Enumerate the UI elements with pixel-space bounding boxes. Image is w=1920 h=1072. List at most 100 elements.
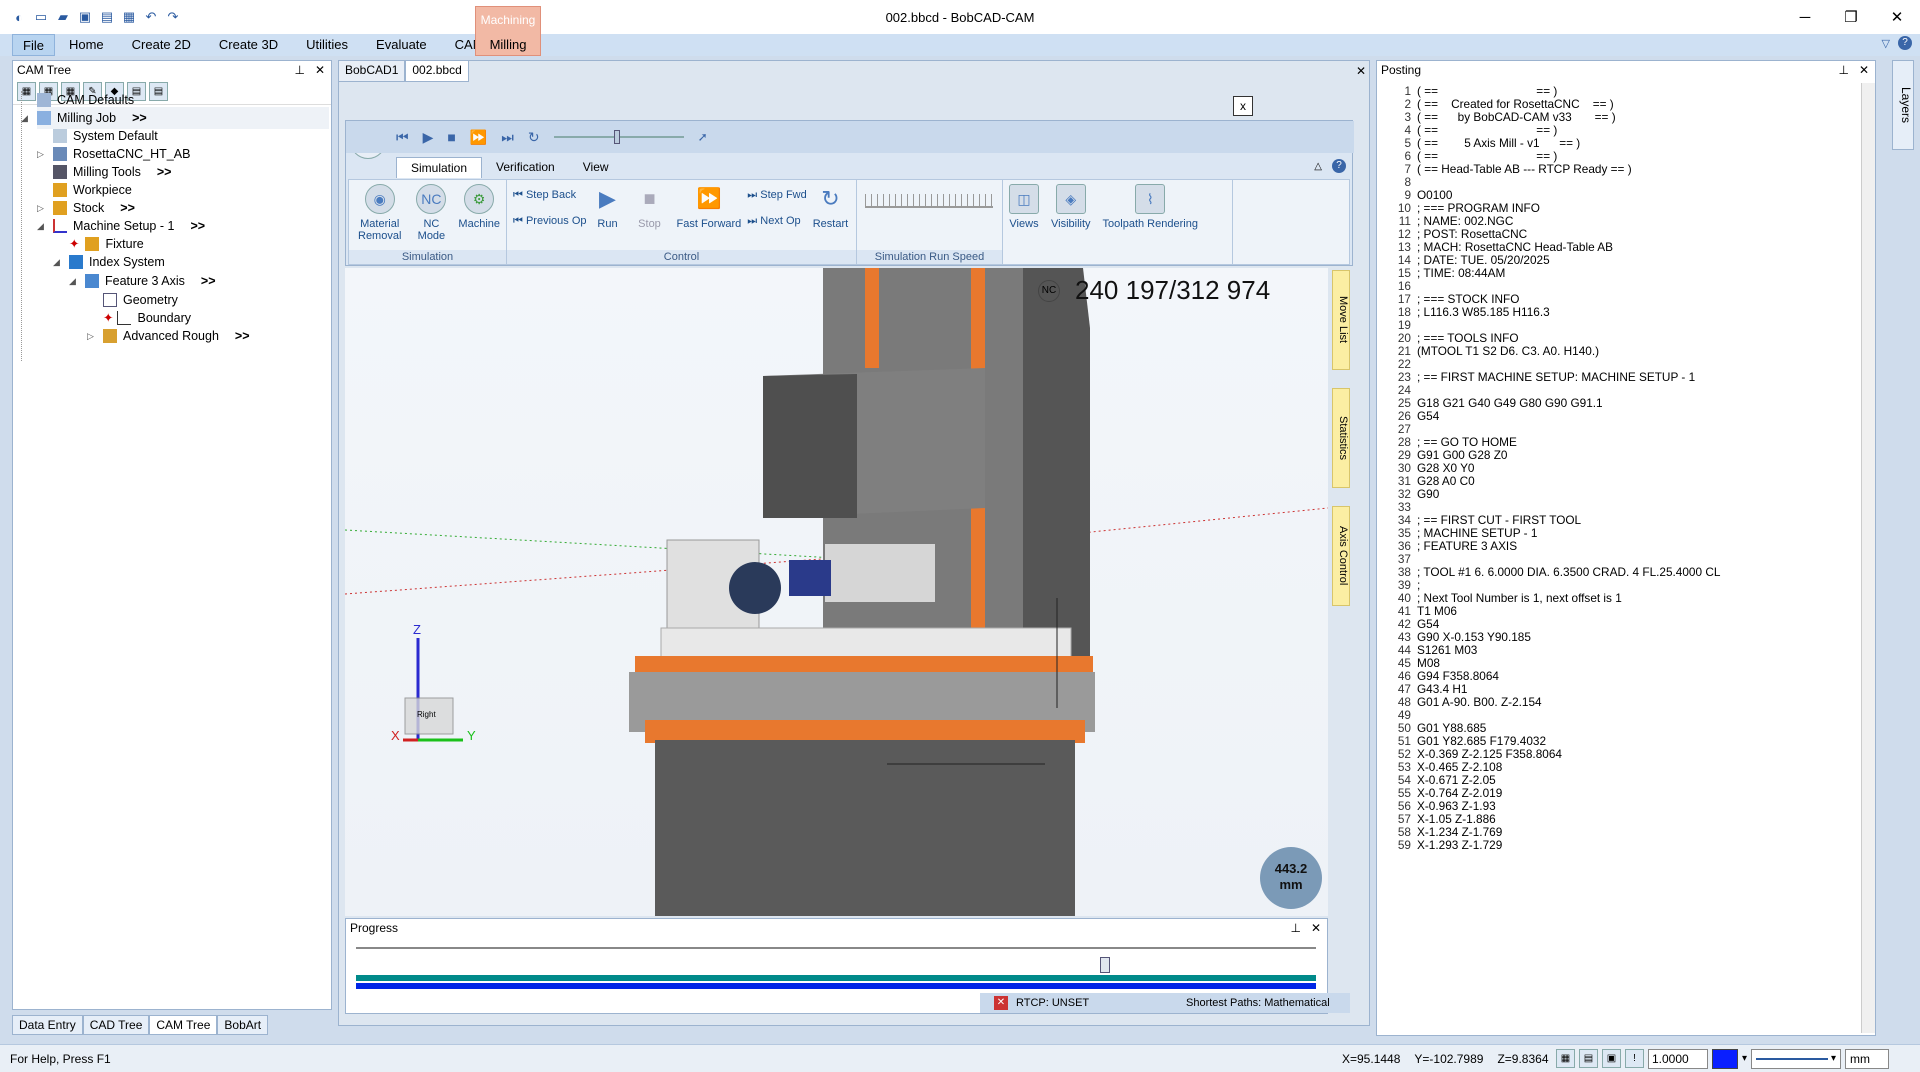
stop-button[interactable]: ■ Stop <box>629 184 671 230</box>
nc-badge: NC <box>1038 280 1060 302</box>
line-style-select[interactable]: ▾ <box>1751 1048 1842 1069</box>
tab-cad-tree[interactable]: CAD Tree <box>82 1015 150 1035</box>
menu-create-2d[interactable]: Create 2D <box>118 34 205 56</box>
help-icon[interactable]: ? <box>1898 36 1912 50</box>
simulation-viewport[interactable]: Z X Y Right <box>345 268 1328 916</box>
toolpath-rendering-button[interactable]: ⌇ Toolpath Rendering <box>1097 184 1204 230</box>
collapse-ribbon-icon[interactable]: △ <box>1314 161 1322 172</box>
posting-scrollbar[interactable] <box>1861 83 1875 1033</box>
print-icon[interactable]: ▦ <box>120 8 138 26</box>
document-tabs: BobCAD1 002.bbcd <box>338 60 469 82</box>
previous-op-button[interactable]: ⏮ Previous Op <box>513 212 587 230</box>
doc-tab-002[interactable]: 002.bbcd <box>405 60 469 82</box>
posting-close-icon[interactable]: ✕ <box>1859 61 1869 79</box>
new-file-icon[interactable]: ▭ <box>32 8 50 26</box>
visibility-button[interactable]: ◈ Visibility <box>1045 184 1097 230</box>
run-speed-slider[interactable] <box>865 194 993 208</box>
cam-tree-title: CAM Tree <box>17 63 72 77</box>
doc-tab-bobcad1[interactable]: BobCAD1 <box>338 60 406 82</box>
views-button[interactable]: ◫ Views <box>1003 184 1045 230</box>
menu-utilities[interactable]: Utilities <box>292 34 362 56</box>
progress-pin-icon[interactable]: ⊥ <box>1290 919 1300 937</box>
context-tab-group: Machining Milling <box>475 6 541 56</box>
unit-select[interactable]: mm <box>1845 1048 1890 1069</box>
close-panel-icon[interactable]: ✕ <box>315 61 325 79</box>
posting-pin-icon[interactable]: ⊥ <box>1838 61 1848 79</box>
redo-icon[interactable]: ↷ <box>164 8 182 26</box>
machine-button[interactable]: ⚙ Machine <box>452 184 506 230</box>
menu-file[interactable]: File <box>12 34 55 56</box>
gcode-editor[interactable]: 1( == == ) 2( == Created for RosettaCNC =… <box>1377 83 1857 1033</box>
play-icon[interactable]: ▶ <box>423 129 434 146</box>
skip-forward-icon[interactable]: ⏭ <box>501 129 514 146</box>
cursor-icon[interactable]: ➚ <box>698 130 708 144</box>
color-picker[interactable] <box>1712 1048 1738 1069</box>
gcode-line[interactable]: 23; == FIRST MACHINE SETUP: MACHINE SETU… <box>1377 369 1695 385</box>
transport-slider[interactable] <box>553 130 684 144</box>
tree-tool-1-icon[interactable]: ▦ <box>17 82 36 101</box>
plane-icon[interactable]: ▣ <box>1602 1049 1621 1068</box>
save-icon[interactable]: ▣ <box>76 8 94 26</box>
triad-y-label: Y <box>467 728 476 743</box>
fast-forward-small-icon[interactable]: ⏩ <box>470 129 487 146</box>
snap-icon[interactable]: ▦ <box>1556 1049 1575 1068</box>
tab-simulation[interactable]: Simulation <box>396 157 483 178</box>
ribbon-collapse-icon[interactable]: ▽ <box>1882 37 1890 50</box>
skip-back-icon[interactable]: ⏮ <box>396 129 409 146</box>
machine-table <box>660 627 1072 659</box>
run-button[interactable]: ▶ Run <box>587 184 629 231</box>
gcode-line[interactable]: 38; TOOL #1 6. 6.0000 DIA. 6.3500 CRAD. … <box>1377 564 1721 580</box>
maximize-button[interactable]: ❐ <box>1828 0 1874 34</box>
gcode-text: ( == Head-Table AB --- RTCP Ready == ) <box>1417 162 1632 176</box>
tree-tool-7-icon[interactable]: ▤ <box>149 82 168 101</box>
tab-statistics[interactable]: Statistics <box>1332 388 1350 488</box>
grid-icon[interactable]: ▤ <box>1579 1049 1598 1068</box>
menu-evaluate[interactable]: Evaluate <box>362 34 441 56</box>
fast-forward-button[interactable]: ⏩ Fast Forward <box>671 184 748 230</box>
stop-small-icon[interactable]: ■ <box>447 129 455 145</box>
step-fwd-button[interactable]: ⏭ Step Fwd <box>747 186 806 204</box>
pin-icon[interactable]: ⊥ <box>294 61 304 79</box>
feature-icon <box>85 274 99 288</box>
save-all-icon[interactable]: ▤ <box>98 8 116 26</box>
attention-icon[interactable]: ! <box>1625 1049 1644 1068</box>
gcode-line[interactable]: 59 X-1.293 Z-1.729 <box>1377 837 1502 853</box>
nc-mode-button[interactable]: NC NC Mode <box>410 184 452 242</box>
tab-bobart[interactable]: BobArt <box>217 1015 269 1035</box>
next-op-button[interactable]: ⏭ Next Op <box>747 212 806 230</box>
undo-icon[interactable]: ↶ <box>142 8 160 26</box>
close-window-button[interactable]: ✕ <box>1874 0 1920 34</box>
restart-button[interactable]: ↻ Restart <box>807 184 854 231</box>
progress-slider-thumb[interactable] <box>1099 957 1110 973</box>
app-logo-icon[interactable]: ◐ <box>10 8 28 26</box>
loop-icon[interactable]: ↻ <box>528 129 540 146</box>
tab-cam-tree[interactable]: CAM Tree <box>149 1015 218 1035</box>
stop-icon: ■ <box>643 188 656 210</box>
menu-create-3d[interactable]: Create 3D <box>205 34 292 56</box>
restart-icon: ↻ <box>821 186 840 211</box>
group-display: ◫ Views ◈ Visibility ⌇ Toolpath Rendering <box>1003 180 1233 264</box>
step-back-button[interactable]: ⏮ Step Back <box>513 186 587 204</box>
close-document-icon[interactable]: ✕ <box>1356 64 1366 78</box>
material-removal-button[interactable]: ◉ Material Removal <box>349 184 410 242</box>
scale-input[interactable]: 1.0000 <box>1648 1048 1708 1069</box>
menu-milling[interactable]: Milling <box>476 37 540 52</box>
gcode-text: ; L116.3 W85.185 H116.3 <box>1417 305 1550 319</box>
progress-close-icon[interactable]: ✕ <box>1311 919 1321 937</box>
layers-tab[interactable]: Layers <box>1892 60 1914 150</box>
minimize-button[interactable]: ─ <box>1782 0 1828 34</box>
open-folder-icon[interactable]: ▰ <box>54 8 72 26</box>
y-coordinate: Y=-102.7989 <box>1414 1051 1484 1066</box>
color-dropdown-icon[interactable]: ▾ <box>1742 1053 1747 1064</box>
tree-item-advanced-rough[interactable]: ▷ Advanced Rough >> <box>87 325 250 347</box>
tab-verification[interactable]: Verification <box>482 157 569 178</box>
tab-data-entry[interactable]: Data Entry <box>12 1015 83 1035</box>
tab-move-list[interactable]: Move List <box>1332 270 1350 370</box>
sim-help-icon[interactable]: ? <box>1332 159 1346 173</box>
toolpath-icon: ⌇ <box>1135 184 1166 214</box>
tab-axis-control[interactable]: Axis Control <box>1332 506 1350 606</box>
close-simulation-button[interactable]: x <box>1233 96 1253 116</box>
operation-icon <box>103 329 117 343</box>
tab-view[interactable]: View <box>569 157 623 178</box>
menu-home[interactable]: Home <box>55 34 118 56</box>
